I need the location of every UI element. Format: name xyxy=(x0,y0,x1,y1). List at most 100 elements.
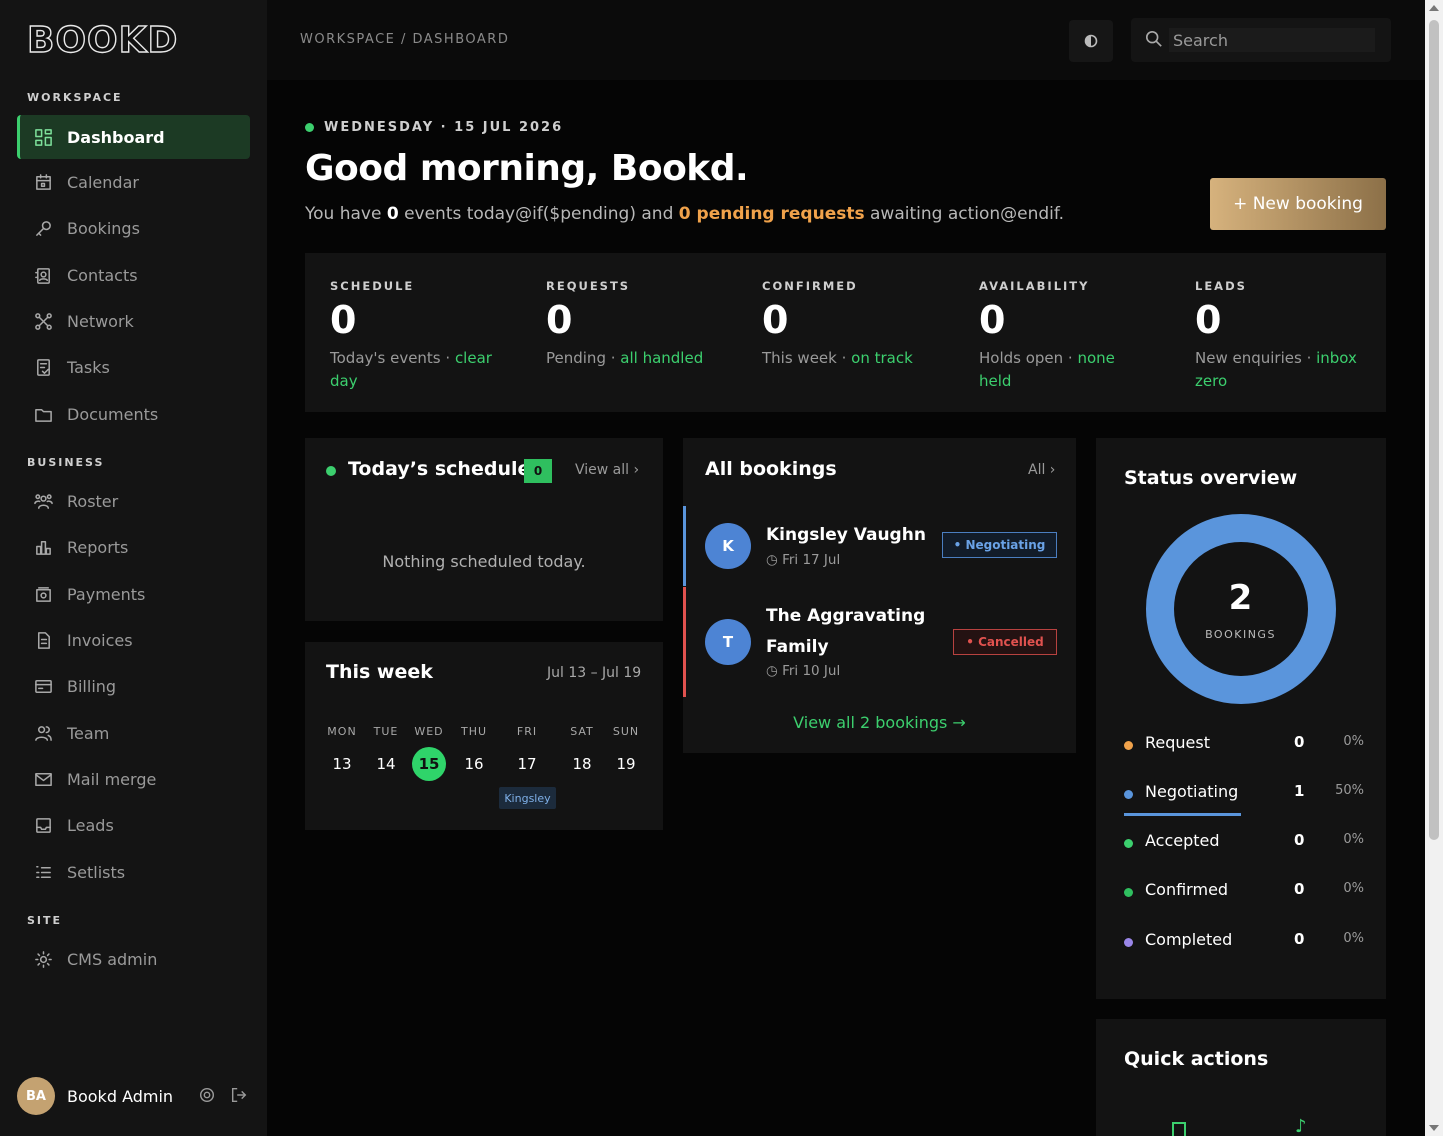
sidebar-item-roster[interactable]: Roster xyxy=(17,479,250,523)
calendar-grid-icon[interactable] xyxy=(1172,1122,1186,1136)
sidebar-item-payments[interactable]: Payments xyxy=(17,572,250,616)
sidebar-item-cms-admin[interactable]: CMS admin xyxy=(17,937,250,981)
booking-avatar: K xyxy=(705,523,751,569)
scroll-down-arrow[interactable] xyxy=(1429,1125,1439,1131)
avatar[interactable]: BA xyxy=(17,1077,55,1115)
sidebar-item-bookings[interactable]: Bookings xyxy=(17,206,250,250)
theme-toggle-button[interactable] xyxy=(1069,20,1113,62)
weekday-label: FRI xyxy=(516,725,538,738)
status-name: Negotiating xyxy=(1145,782,1239,801)
status-count: 0 xyxy=(1294,733,1305,751)
status-percent: 50% xyxy=(1335,783,1364,798)
status-row-negotiating[interactable]: Negotiating 1 50% xyxy=(1124,782,1364,806)
sidebar-item-contacts[interactable]: Contacts xyxy=(17,253,250,297)
weekday-number[interactable]: 14 xyxy=(369,747,403,781)
tasks-icon xyxy=(33,357,53,377)
gear-icon xyxy=(33,949,53,969)
roster-icon xyxy=(33,491,53,511)
sidebar-item-invoices[interactable]: Invoices xyxy=(17,618,250,662)
status-row-accepted[interactable]: Accepted 0 0% xyxy=(1124,831,1364,855)
status-dot xyxy=(1124,888,1133,897)
sidebar-item-mail-merge[interactable]: Mail merge xyxy=(17,757,250,801)
status-name: Confirmed xyxy=(1145,880,1229,899)
status-count: 0 xyxy=(1294,831,1305,849)
stat-value: 0 xyxy=(330,298,357,342)
current-date: WEDNESDAY · 15 JUL 2026 xyxy=(324,120,564,135)
sidebar-item-label: Billing xyxy=(67,676,117,696)
stat-value: 0 xyxy=(1195,298,1222,342)
app-logo[interactable]: BOOKD xyxy=(26,19,178,61)
stat-leads: LEADS 0 New enquiries · inbox zero xyxy=(1195,279,1365,393)
sidebar-item-label: Tasks xyxy=(67,357,110,377)
sidebar-item-billing[interactable]: Billing xyxy=(17,664,250,708)
section-title-site: SITE xyxy=(27,914,63,927)
status-row-request[interactable]: Request 0 0% xyxy=(1124,733,1364,757)
logout-icon[interactable] xyxy=(230,1086,250,1106)
status-percent: 0% xyxy=(1343,931,1364,946)
sidebar-item-network[interactable]: Network xyxy=(17,299,250,343)
week-event-chip[interactable]: Kingsley xyxy=(499,787,556,809)
status-badge: • Negotiating xyxy=(942,532,1057,558)
status-bar xyxy=(683,506,686,586)
sidebar-item-reports[interactable]: Reports xyxy=(17,525,250,569)
page-scrollbar[interactable] xyxy=(1425,0,1443,1136)
donut-label: BOOKINGS xyxy=(1205,628,1276,641)
search-icon xyxy=(1145,30,1162,47)
weekday-number-today[interactable]: 15 xyxy=(412,747,446,781)
sidebar-item-label: Reports xyxy=(67,537,129,557)
weekday-label: TUE xyxy=(373,725,399,738)
stat-label: AVAILABILITY xyxy=(979,279,1090,293)
status-name: Accepted xyxy=(1145,831,1220,850)
weekday-number[interactable]: 18 xyxy=(565,747,599,781)
music-note-icon[interactable]: ♪ xyxy=(1295,1118,1307,1136)
settings-gear-icon[interactable] xyxy=(198,1086,218,1106)
stat-desc-text: New enquiries · xyxy=(1195,349,1317,367)
sidebar-item-team[interactable]: Team xyxy=(17,711,250,755)
user-name: Bookd Admin xyxy=(67,1086,174,1106)
search-box xyxy=(1131,18,1391,62)
section-title-workspace: WORKSPACE xyxy=(27,91,123,104)
sidebar-item-calendar[interactable]: Calendar xyxy=(17,160,250,204)
sidebar-item-documents[interactable]: Documents xyxy=(17,392,250,436)
bookings-filter-link[interactable]: All › xyxy=(1028,462,1055,478)
schedule-view-all-link[interactable]: View all › xyxy=(575,462,639,478)
reports-icon xyxy=(33,537,53,557)
events-count: 0 xyxy=(386,204,399,224)
sidebar-item-dashboard[interactable]: Dashboard xyxy=(17,115,250,159)
booking-row[interactable]: T The Aggravating Family ◷ Fri 10 Jul • … xyxy=(683,587,1076,697)
sidebar-item-label: Dashboard xyxy=(67,127,165,147)
weekday-number[interactable]: 17 xyxy=(510,747,544,781)
scroll-thumb[interactable] xyxy=(1429,20,1439,840)
status-dot xyxy=(1124,938,1133,947)
weekday-number[interactable]: 16 xyxy=(457,747,491,781)
weekday-label: SAT xyxy=(570,725,594,738)
booking-row[interactable]: K Kingsley Vaughn ◷ Fri 17 Jul • Negotia… xyxy=(683,506,1076,586)
stat-value: 0 xyxy=(762,298,789,342)
stat-desc: New enquiries · inbox zero xyxy=(1195,347,1365,393)
week-range: Jul 13 – Jul 19 xyxy=(547,665,642,681)
stat-desc: Holds open · none held xyxy=(979,347,1139,393)
page-title: Good morning, Bookd. xyxy=(305,148,749,189)
view-all-bookings-link[interactable]: View all 2 bookings → xyxy=(683,713,1076,732)
status-bar xyxy=(683,587,686,697)
booking-avatar: T xyxy=(705,619,751,665)
status-row-completed[interactable]: Completed 0 0% xyxy=(1124,930,1364,954)
weekday-number[interactable]: 19 xyxy=(609,747,643,781)
sidebar-item-leads[interactable]: Leads xyxy=(17,803,250,847)
search-input[interactable] xyxy=(1169,28,1375,52)
stat-desc: This week · on track xyxy=(762,347,942,370)
sidebar-item-label: Bookings xyxy=(67,218,140,238)
weekday-number[interactable]: 13 xyxy=(325,747,359,781)
inbox-icon xyxy=(33,815,53,835)
sidebar-item-setlists[interactable]: Setlists xyxy=(17,850,250,894)
status-row-confirmed[interactable]: Confirmed 0 0% xyxy=(1124,880,1364,904)
booking-name: The Aggravating Family xyxy=(766,606,926,657)
scroll-up-arrow[interactable] xyxy=(1429,5,1439,11)
stat-label: CONFIRMED xyxy=(762,279,858,293)
sidebar-item-label: Contacts xyxy=(67,265,138,285)
stat-availability: AVAILABILITY 0 Holds open · none held xyxy=(979,279,1139,393)
new-booking-button[interactable]: + New booking xyxy=(1210,178,1386,230)
sidebar-item-tasks[interactable]: Tasks xyxy=(17,345,250,389)
sidebar-item-label: Payments xyxy=(67,584,146,604)
pending-requests: 0 pending requests xyxy=(678,204,865,224)
